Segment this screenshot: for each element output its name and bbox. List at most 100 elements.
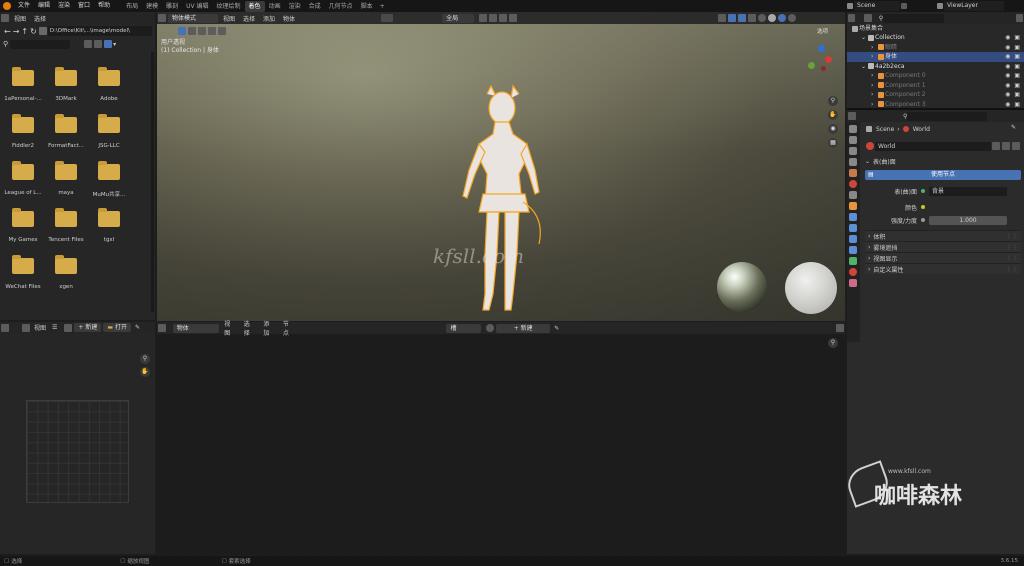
ie-mode-icon[interactable]	[22, 323, 30, 332]
use-nodes-button[interactable]: ▤ 使用节点	[865, 170, 1021, 180]
ne-shader-type-dropdown[interactable]: 物体	[172, 323, 220, 333]
ne-sidebar-toggle-icon[interactable]	[836, 324, 844, 332]
collection-tab-icon[interactable]	[849, 191, 857, 199]
view-layer-selector[interactable]: ViewLayer	[936, 1, 1004, 11]
ie-menu-hamburger-icon[interactable]: ☰	[49, 324, 60, 331]
path-field[interactable]: D:\Office\Kit\...\image\model\	[47, 26, 152, 36]
material-slot-dropdown[interactable]: 槽	[446, 323, 482, 333]
ne-editor-type-icon[interactable]	[158, 324, 166, 332]
pivot-icon[interactable]	[479, 14, 488, 22]
folder-item[interactable]: JSG-LLC	[89, 111, 137, 155]
render-camera-icon[interactable]: ▣	[1010, 81, 1024, 91]
expand-chevron-icon[interactable]: ⌄	[861, 62, 867, 72]
world-unlink-icon[interactable]	[1012, 142, 1020, 150]
strength-field[interactable]: 1.000	[929, 215, 1007, 225]
workspace-tab-4[interactable]: 纹理绘制	[213, 1, 245, 12]
world-copy-icon[interactable]	[1002, 142, 1010, 150]
scene-selector[interactable]: Scene	[846, 1, 908, 11]
menu-0[interactable]: 文件	[14, 0, 34, 12]
snap-icon[interactable]	[489, 14, 498, 22]
render-camera-icon[interactable]: ▣	[1010, 90, 1024, 100]
property-section-header[interactable]: › 自定义属性 ⋮⋮	[865, 263, 1021, 274]
parent-dir-icon[interactable]: ↑	[20, 27, 29, 36]
ie-open-button[interactable]: ▬ 打开	[103, 323, 131, 332]
property-section-header[interactable]: › 体积 ⋮⋮	[865, 230, 1021, 241]
workspace-tab-3[interactable]: UV 编辑	[182, 1, 212, 12]
ne-pin-icon[interactable]: ✎	[551, 325, 562, 332]
outliner-row[interactable]: › 身体 ◉ ▣	[847, 52, 1024, 62]
vp-menu-add[interactable]: 添加	[259, 14, 279, 23]
shading-material-icon[interactable]	[778, 14, 787, 22]
menu-3[interactable]: 窗口	[74, 0, 94, 12]
back-arrow-icon[interactable]: ←	[3, 27, 12, 36]
render-camera-icon[interactable]: ▣	[1010, 52, 1024, 62]
gizmo-x-axis[interactable]	[825, 56, 832, 63]
outliner-row[interactable]: › 眼睛 ◉ ▣	[847, 43, 1024, 53]
folder-item[interactable]: MuMu共享...	[89, 158, 137, 202]
ne-new-material-button[interactable]: + 新建	[496, 323, 551, 333]
pr-editor-type-icon[interactable]	[848, 112, 856, 120]
section-drag-handle-icon[interactable]: ⋮⋮	[1006, 233, 1021, 240]
character-model[interactable]	[447, 84, 567, 316]
section-drag-handle-icon[interactable]: ⋮⋮	[1006, 244, 1021, 251]
select-intersect-icon[interactable]	[218, 26, 226, 35]
workspace-tab-2[interactable]: 雕刻	[162, 1, 182, 12]
view-layer-name[interactable]: ViewLayer	[944, 1, 1004, 11]
viewport-editor-type-icon[interactable]	[158, 14, 166, 22]
expand-chevron-icon[interactable]: ›	[871, 52, 877, 62]
tool-tab-icon[interactable]	[849, 125, 857, 133]
expand-chevron-icon[interactable]: ⌄	[861, 33, 867, 43]
shader-node-editor[interactable]: 物体 视图 选择 添加 节点 槽 + 新建 ✎ ⚲	[157, 319, 845, 554]
constraints-tab-icon[interactable]	[849, 246, 857, 254]
menu-2[interactable]: 渲染	[54, 0, 74, 12]
uv-grid[interactable]	[26, 400, 129, 503]
expand-chevron-icon[interactable]: ›	[871, 90, 877, 100]
outliner-row[interactable]: › Component 0 ◉ ▣	[847, 71, 1024, 81]
zoom-icon[interactable]: ⚲	[828, 96, 838, 106]
workspace-tab-8[interactable]: 合成	[305, 1, 325, 12]
transform-orientation-dropdown[interactable]: 全局	[442, 13, 475, 23]
view-layer-tab-icon[interactable]	[849, 158, 857, 166]
ol-display-mode-icon[interactable]	[864, 14, 872, 22]
filter-dropdown-icon[interactable]: ▾	[113, 41, 116, 48]
workspace-tab-0[interactable]: 布局	[122, 1, 142, 12]
eyedropper-icon[interactable]	[381, 14, 394, 22]
data-tab-icon[interactable]	[849, 257, 857, 265]
forward-arrow-icon[interactable]: →	[12, 27, 21, 36]
breadcrumb-pin-icon[interactable]: ✎	[1011, 124, 1016, 131]
ie-zoom-icon[interactable]: ⚲	[140, 354, 150, 364]
display-mode-icon[interactable]	[84, 40, 93, 48]
scene-new-icon[interactable]	[901, 3, 907, 9]
workspace-tab-7[interactable]: 渲染	[285, 1, 305, 12]
texture-tab-icon[interactable]	[849, 279, 857, 287]
world-fake-user-icon[interactable]	[992, 142, 1000, 150]
overlay-toggle-icon[interactable]	[738, 14, 747, 22]
surface-shader-field[interactable]: 背景	[929, 186, 1007, 196]
outliner-row[interactable]: › Component 1 ◉ ▣	[847, 81, 1024, 91]
folder-item[interactable]: tgxl	[89, 205, 137, 249]
select-subtract-icon[interactable]	[198, 26, 206, 35]
ne-material-browse-icon[interactable]	[486, 324, 495, 332]
ne-menu-view[interactable]: 视图	[220, 319, 240, 337]
object-tab-icon[interactable]	[849, 202, 857, 210]
material-tab-icon[interactable]	[849, 268, 857, 276]
pan-hand-icon[interactable]: ✋	[828, 110, 838, 120]
output-tab-icon[interactable]	[849, 147, 857, 155]
menu-4[interactable]: 帮助	[94, 0, 114, 12]
world-name-field[interactable]: World	[875, 141, 991, 151]
render-camera-icon[interactable]: ▣	[1010, 62, 1024, 72]
shading-wireframe-icon[interactable]	[758, 14, 767, 22]
menu-1[interactable]: 编辑	[34, 0, 54, 12]
expand-chevron-icon[interactable]: ›	[871, 71, 877, 81]
folder-item[interactable]: xgen	[46, 252, 94, 296]
ie-pan-icon[interactable]: ✋	[140, 367, 150, 377]
section-drag-handle-icon[interactable]: ⋮⋮	[1006, 266, 1021, 273]
shading-rendered-icon[interactable]	[788, 14, 797, 22]
folder-item[interactable]: Adobe	[89, 64, 137, 108]
ne-menu-add[interactable]: 添加	[259, 319, 279, 337]
property-section-header[interactable]: › 雾境遮挡 ⋮⋮	[865, 241, 1021, 252]
workspace-tab-9[interactable]: 几何节点	[325, 1, 357, 12]
scene-tab-icon[interactable]	[849, 169, 857, 177]
modifier-tab-icon[interactable]	[849, 213, 857, 221]
ie-new-button[interactable]: + 新建	[74, 323, 102, 332]
